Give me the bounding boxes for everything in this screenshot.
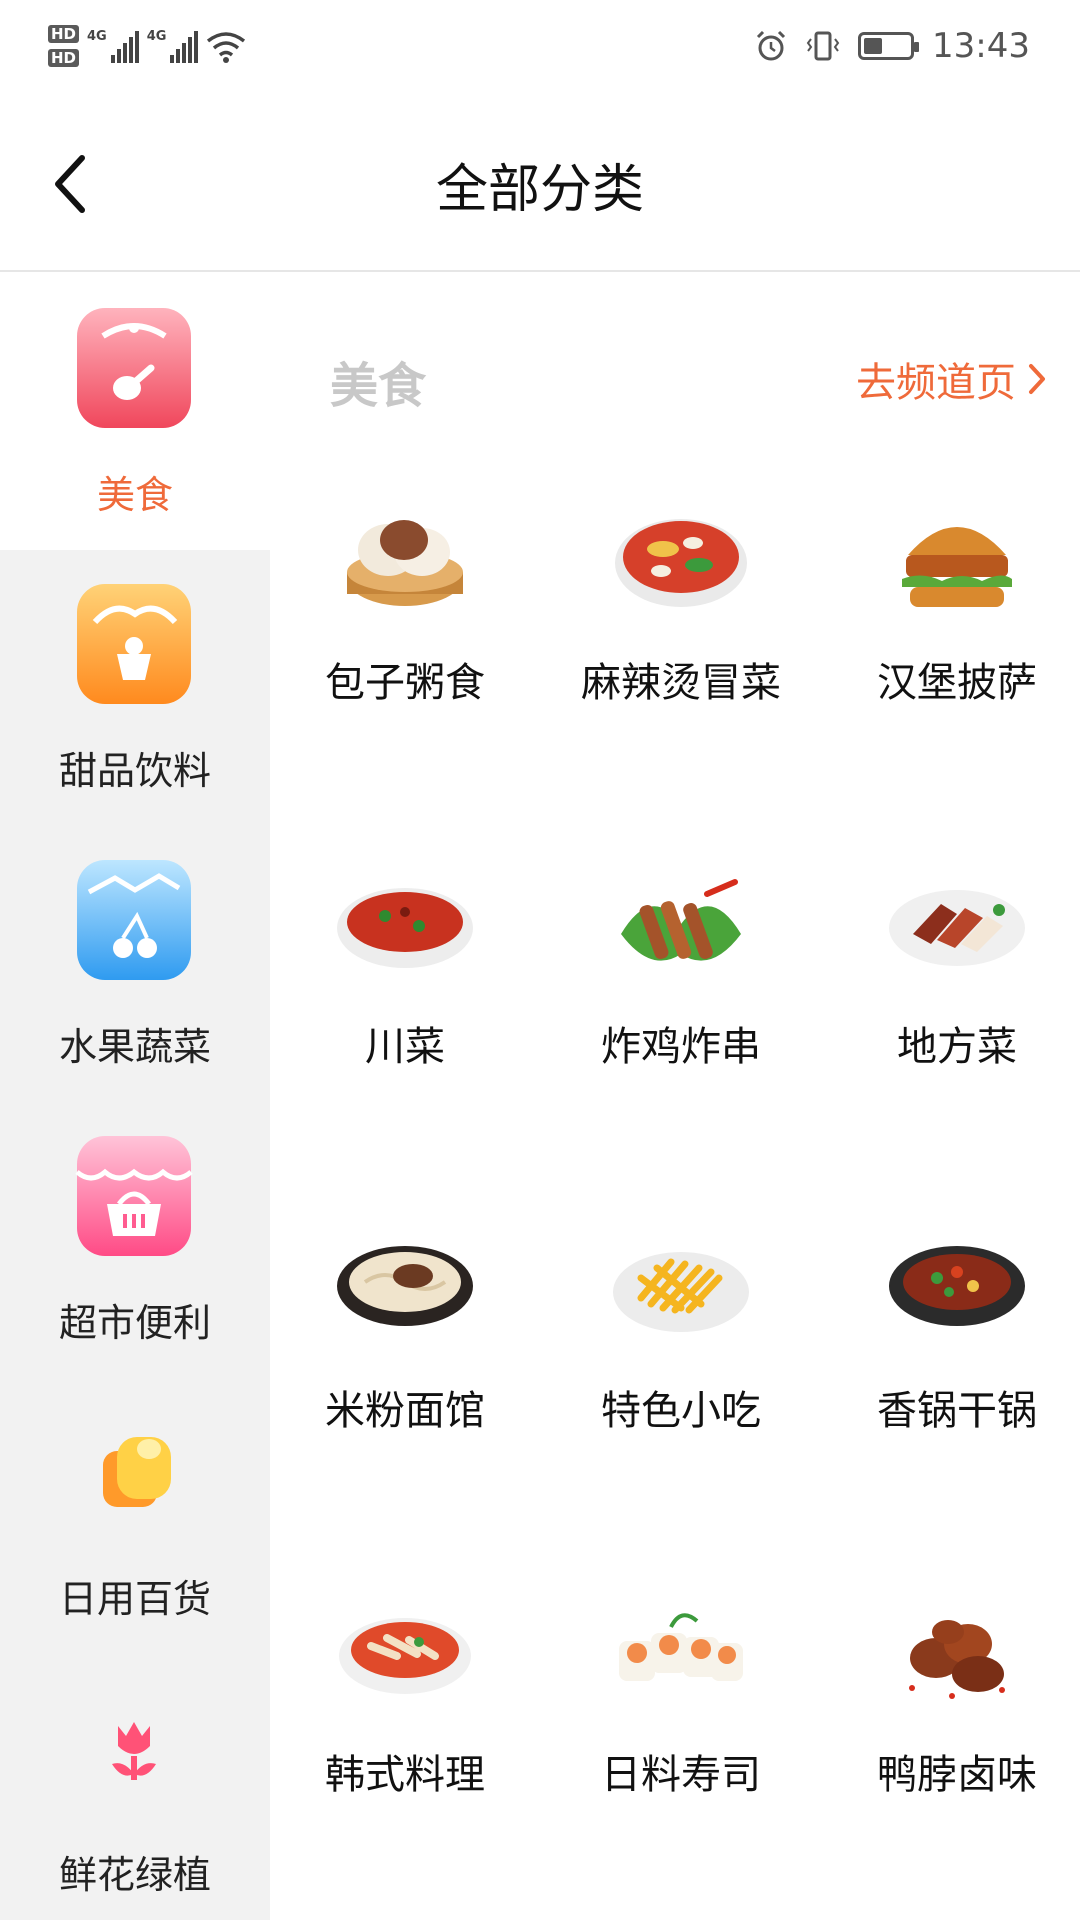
clock-time: 13:43: [932, 26, 1030, 66]
food-item-baozi[interactable]: 包子粥食: [270, 490, 540, 770]
tissue-roll-icon: [75, 1410, 193, 1534]
status-bar: HD HD 4G 4G 13:43: [0, 0, 1080, 92]
vibrate-icon: [806, 31, 840, 61]
signal-2-icon: 4G: [147, 29, 199, 63]
braised-duck-icon: [887, 1582, 1027, 1722]
channel-link-label: 去频道页: [856, 360, 1016, 406]
food-item-label: 川菜: [365, 1024, 445, 1070]
rice-cooker-icon: [75, 306, 193, 430]
sidebar-item-fruit-veg[interactable]: 水果蔬菜: [0, 826, 270, 1102]
fries-icon: [611, 1218, 751, 1358]
skewers-icon: [611, 854, 751, 994]
food-item-fried-chicken[interactable]: 炸鸡炸串: [546, 854, 816, 1134]
sidebar-item-daily-goods[interactable]: 日用百货: [0, 1378, 270, 1654]
food-item-label: 香锅干锅: [877, 1388, 1037, 1434]
food-item-braised-duck[interactable]: 鸭脖卤味: [822, 1582, 1080, 1862]
food-item-malatang[interactable]: 麻辣烫冒菜: [546, 490, 816, 770]
sidebar-item-label: 水果蔬菜: [58, 1025, 211, 1069]
korean-dish-icon: [335, 1582, 475, 1722]
roast-meat-icon: [887, 854, 1027, 994]
burger-icon: [887, 490, 1027, 630]
sidebar-item-flowers[interactable]: 鲜花绿植: [0, 1654, 270, 1920]
signal-1-icon: 4G: [87, 29, 139, 63]
sidebar-item-label: 鲜花绿植: [58, 1853, 211, 1897]
shop-basket-icon: [75, 1134, 193, 1258]
food-item-label: 炸鸡炸串: [601, 1024, 761, 1070]
tulip-icon: [75, 1686, 193, 1810]
category-sidebar: 美食 甜品饮料 水果蔬菜 超市便利 日用百货 鲜花绿植: [0, 274, 270, 1920]
sidebar-item-label: 甜品饮料: [58, 749, 211, 793]
food-item-korean[interactable]: 韩式料理: [270, 1582, 540, 1862]
sidebar-item-supermarket[interactable]: 超市便利: [0, 1102, 270, 1378]
page-title: 全部分类: [435, 160, 644, 220]
food-item-noodles[interactable]: 米粉面馆: [270, 1218, 540, 1498]
food-item-dry-pot[interactable]: 香锅干锅: [822, 1218, 1080, 1498]
food-item-label: 包子粥食: [325, 660, 485, 706]
chevron-right-icon: [1029, 364, 1045, 394]
sidebar-item-dessert-drinks[interactable]: 甜品饮料: [0, 550, 270, 826]
food-item-label: 麻辣烫冒菜: [581, 660, 781, 706]
food-item-label: 韩式料理: [325, 1752, 485, 1798]
nav-header: 全部分类: [0, 92, 1080, 272]
channel-page-link[interactable]: 去频道页: [856, 350, 1046, 408]
sidebar-item-food[interactable]: 美食: [0, 274, 270, 550]
wifi-icon: [207, 32, 246, 63]
bread-cake-icon: [75, 582, 193, 706]
food-item-sichuan[interactable]: 川菜: [270, 854, 540, 1134]
sichuan-dish-icon: [335, 854, 475, 994]
dry-pot-icon: [887, 1218, 1027, 1358]
food-item-label: 米粉面馆: [325, 1388, 485, 1434]
food-item-label: 地方菜: [897, 1024, 1017, 1070]
steamed-bun-icon: [335, 490, 475, 630]
hd1-badge: HD: [48, 25, 80, 43]
section-title: 美食: [330, 358, 427, 414]
spicy-bowl-icon: [611, 490, 751, 630]
food-item-label: 特色小吃: [601, 1388, 761, 1434]
food-item-snacks[interactable]: 特色小吃: [546, 1218, 816, 1498]
noodle-bowl-icon: [335, 1218, 475, 1358]
food-item-burger-pizza[interactable]: 汉堡披萨: [822, 490, 1080, 770]
food-item-label: 鸭脖卤味: [877, 1752, 1037, 1798]
category-content: 美食 去频道页 包子粥食 麻辣烫冒菜 汉堡披萨 川菜 炸鸡炸串 地方菜 米粉面馆…: [270, 274, 1080, 1920]
sushi-icon: [611, 1582, 751, 1722]
sidebar-item-label: 超市便利: [58, 1301, 211, 1345]
sidebar-item-label: 美食: [96, 473, 173, 517]
food-item-label: 日料寿司: [601, 1752, 761, 1798]
alarm-icon: [756, 30, 786, 61]
sidebar-item-label: 日用百货: [58, 1577, 211, 1621]
food-item-sushi[interactable]: 日料寿司: [546, 1582, 816, 1862]
hd2-badge: HD: [48, 49, 80, 67]
food-item-local-cuisine[interactable]: 地方菜: [822, 854, 1080, 1134]
food-item-label: 汉堡披萨: [877, 660, 1037, 706]
battery-icon: [858, 32, 920, 60]
fruit-bag-icon: [75, 858, 193, 982]
